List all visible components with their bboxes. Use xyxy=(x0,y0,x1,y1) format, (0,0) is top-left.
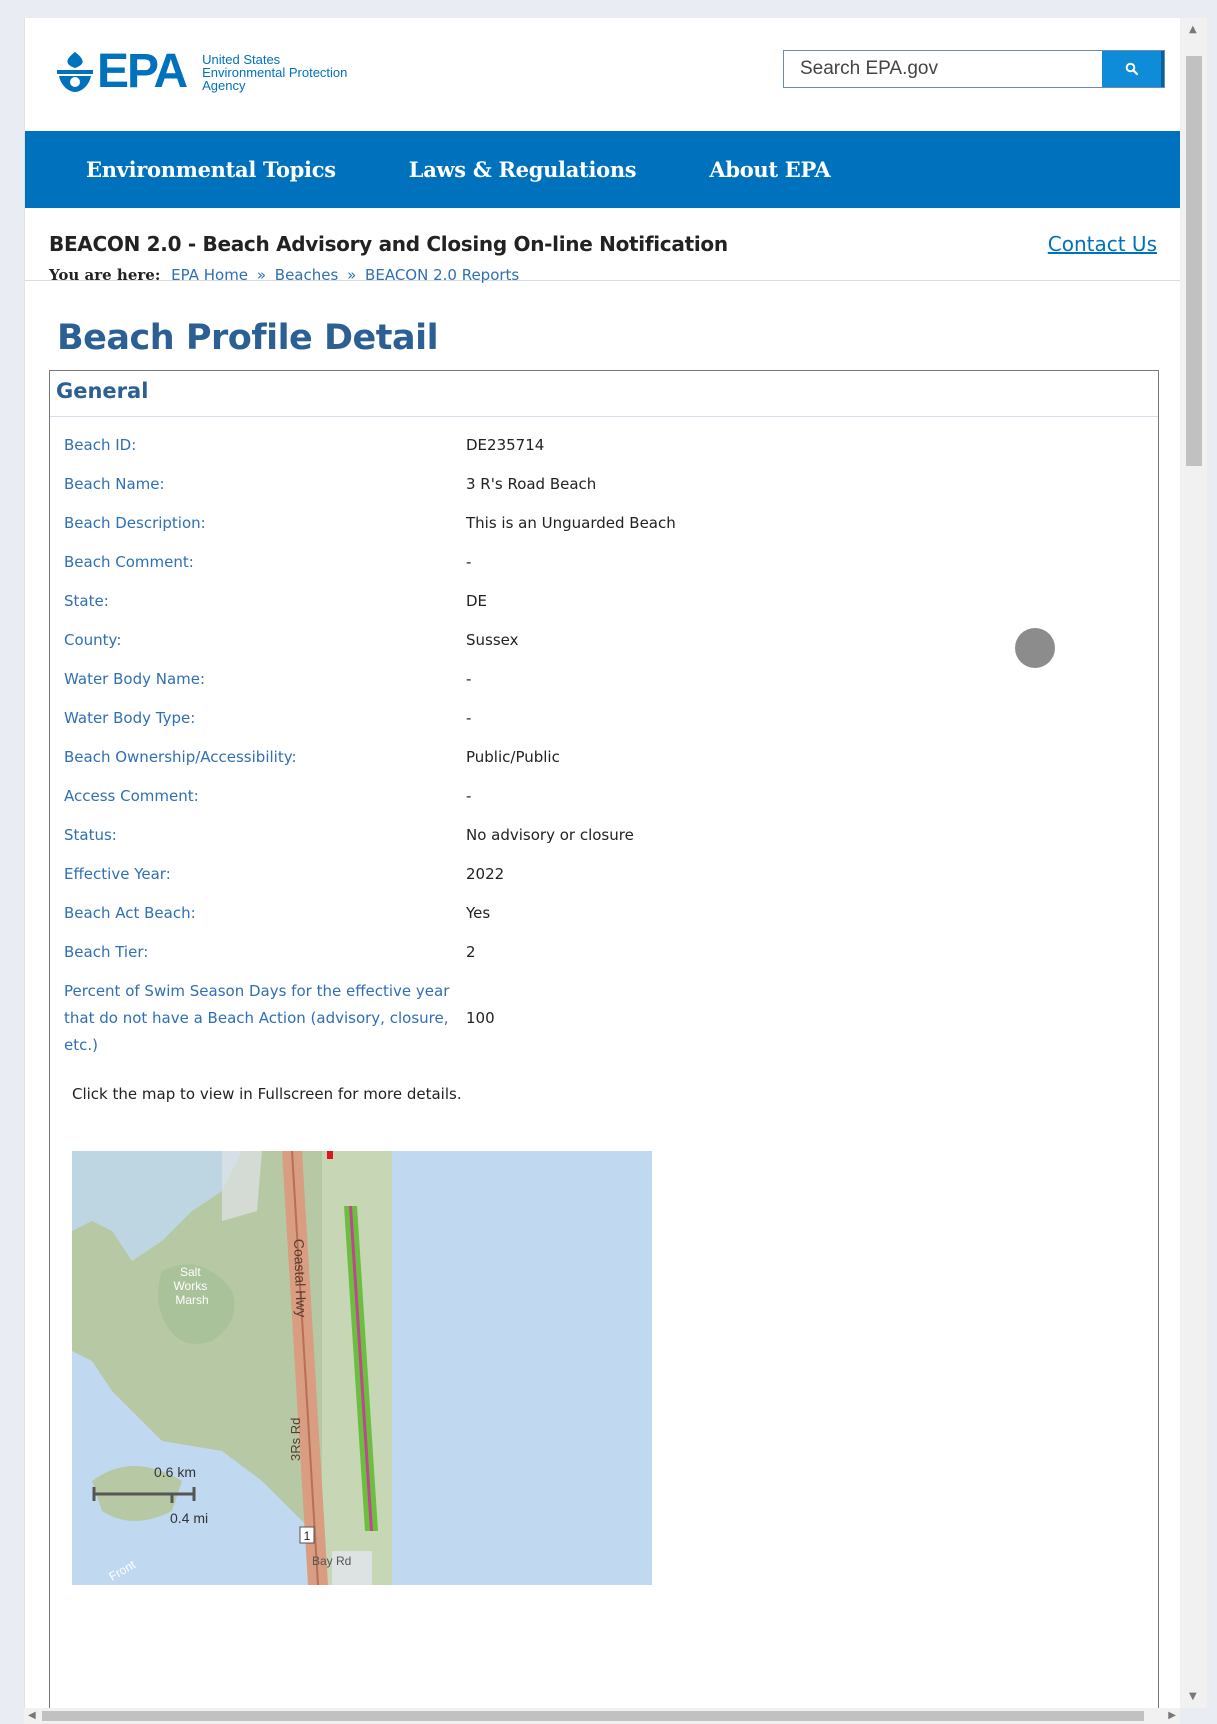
search-icon xyxy=(1125,62,1138,76)
scroll-left-icon[interactable]: ◀ xyxy=(28,1710,36,1721)
beach-map[interactable]: Salt Works Marsh Coastal Hwy 3Rs Rd 1 Ba… xyxy=(72,1151,652,1585)
detail-value: No advisory or closure xyxy=(466,825,634,844)
map-label-route: 1 xyxy=(304,1529,311,1543)
detail-label: Access Comment: xyxy=(64,786,199,805)
map-label-highway: Coastal Hwy xyxy=(291,1239,310,1318)
breadcrumb-separator: » xyxy=(256,266,266,284)
detail-value: - xyxy=(466,708,472,727)
vertical-scroll-thumb[interactable] xyxy=(1186,56,1202,466)
detail-label: Beach Description: xyxy=(64,513,206,532)
detail-row: Water Body Type: - xyxy=(64,698,676,737)
breadcrumb-beacon-reports[interactable]: BEACON 2.0 Reports xyxy=(365,266,519,284)
detail-label: Beach Name: xyxy=(64,474,165,493)
epa-flower-icon xyxy=(55,50,95,94)
detail-value: 100 xyxy=(466,1009,495,1027)
detail-value: This is an Unguarded Beach xyxy=(466,513,676,532)
detail-row: Percent of Swim Season Days for the effe… xyxy=(64,971,676,1065)
agency-name: United States Environmental Protection A… xyxy=(202,53,347,92)
detail-row: Beach Ownership/Accessibility: Public/Pub… xyxy=(64,737,676,776)
detail-label: Beach Comment: xyxy=(64,552,194,571)
map-label-3rs-rd: 3Rs Rd xyxy=(288,1418,303,1461)
breadcrumb-epa-home[interactable]: EPA Home xyxy=(171,266,248,284)
detail-row: Status: No advisory or closure xyxy=(64,815,676,854)
search-input[interactable] xyxy=(784,51,1102,87)
detail-label: Beach Tier: xyxy=(64,942,149,961)
search-button[interactable] xyxy=(1102,51,1164,87)
detail-row: Access Comment: - xyxy=(64,776,676,815)
browser-viewport: EPA United States Environmental Protecti… xyxy=(24,18,1181,1708)
detail-value: - xyxy=(466,669,472,688)
epa-logo[interactable]: EPA United States Environmental Protecti… xyxy=(55,48,347,96)
detail-label: Status: xyxy=(64,825,117,844)
detail-value: Public/Public xyxy=(466,747,560,766)
map-marker xyxy=(327,1151,333,1159)
detail-row: Effective Year: 2022 xyxy=(64,854,676,893)
breadcrumb: You are here: EPA Home » Beaches » BEACO… xyxy=(49,266,519,284)
detail-row: Beach Act Beach: Yes xyxy=(64,893,676,932)
detail-row: County: Sussex xyxy=(64,620,676,659)
map-label-bay-rd: Bay Rd xyxy=(312,1554,351,1568)
scroll-right-icon[interactable]: ▶ xyxy=(1168,1710,1176,1721)
detail-value: - xyxy=(466,552,472,571)
nav-laws-regulations[interactable]: Laws & Regulations xyxy=(409,157,637,182)
detail-label: State: xyxy=(64,591,109,610)
vertical-scrollbar[interactable]: ▲ ▼ xyxy=(1180,18,1207,1708)
breadcrumb-beaches[interactable]: Beaches xyxy=(275,266,339,284)
map-scale-km: 0.6 km xyxy=(154,1464,196,1480)
detail-value: 2022 xyxy=(466,864,505,883)
page-title: Beach Profile Detail xyxy=(57,318,439,358)
detail-row: Beach Description: This is an Unguarded B… xyxy=(64,503,676,542)
contact-us-link[interactable]: Contact Us xyxy=(1048,232,1157,256)
detail-label: Water Body Name: xyxy=(64,669,206,688)
detail-row: Water Body Name: - xyxy=(64,659,676,698)
nav-environmental-topics[interactable]: Environmental Topics xyxy=(86,157,336,182)
main-nav: Environmental Topics Laws & Regulations … xyxy=(25,131,1181,208)
detail-label: Effective Year: xyxy=(64,864,171,883)
detail-label: Water Body Type: xyxy=(64,708,196,727)
app-title: BEACON 2.0 - Beach Advisory and Closing … xyxy=(49,232,728,256)
map-instructions: Click the map to view in Fullscreen for … xyxy=(72,1085,462,1103)
agency-line: Environmental Protection xyxy=(202,64,348,80)
map-scale-mi: 0.4 mi xyxy=(170,1510,208,1526)
site-header: EPA United States Environmental Protecti… xyxy=(25,18,1181,131)
detail-label: Beach ID: xyxy=(64,435,137,454)
horizontal-scroll-thumb[interactable] xyxy=(42,1711,1144,1721)
scroll-down-icon[interactable]: ▼ xyxy=(1189,1691,1197,1702)
breadcrumb-label: You are here: xyxy=(49,266,161,284)
detail-row: Beach Name: 3 R's Road Beach xyxy=(64,464,676,503)
scroll-up-icon[interactable]: ▲ xyxy=(1189,24,1197,35)
cursor-indicator xyxy=(1015,628,1055,668)
detail-value: DE235714 xyxy=(466,435,545,454)
detail-label: Beach Act Beach: xyxy=(64,903,196,922)
detail-label: County: xyxy=(64,630,122,649)
detail-value: Sussex xyxy=(466,630,519,649)
detail-label: Percent of Swim Season Days for the effe… xyxy=(64,981,450,1054)
detail-label: Beach Ownership/Accessibility: xyxy=(64,747,297,766)
breadcrumb-separator: » xyxy=(347,266,357,284)
detail-value: 2 xyxy=(466,942,476,961)
search-box xyxy=(783,50,1165,88)
general-panel: General Beach ID: DE235714 Beach Name: 3 R… xyxy=(49,370,1159,1708)
detail-value: Yes xyxy=(466,903,491,922)
general-heading: General xyxy=(50,371,1158,417)
agency-line: Agency xyxy=(202,77,246,93)
detail-row: Beach Comment: - xyxy=(64,542,676,581)
detail-row: Beach Tier: 2 xyxy=(64,932,676,971)
detail-value: - xyxy=(466,786,472,805)
detail-value: 3 R's Road Beach xyxy=(466,474,597,493)
epa-wordmark: EPA xyxy=(97,45,188,98)
detail-row: State: DE xyxy=(64,581,676,620)
map-development xyxy=(222,1151,262,1221)
beach-details-table: Beach ID: DE235714 Beach Name: 3 R's Road … xyxy=(64,425,676,1065)
nav-about-epa[interactable]: About EPA xyxy=(709,157,830,182)
detail-value: DE xyxy=(466,591,488,610)
horizontal-scrollbar[interactable]: ◀ ▶ xyxy=(24,1708,1180,1724)
detail-row: Beach ID: DE235714 xyxy=(64,425,676,464)
agency-line: United States xyxy=(202,51,281,67)
